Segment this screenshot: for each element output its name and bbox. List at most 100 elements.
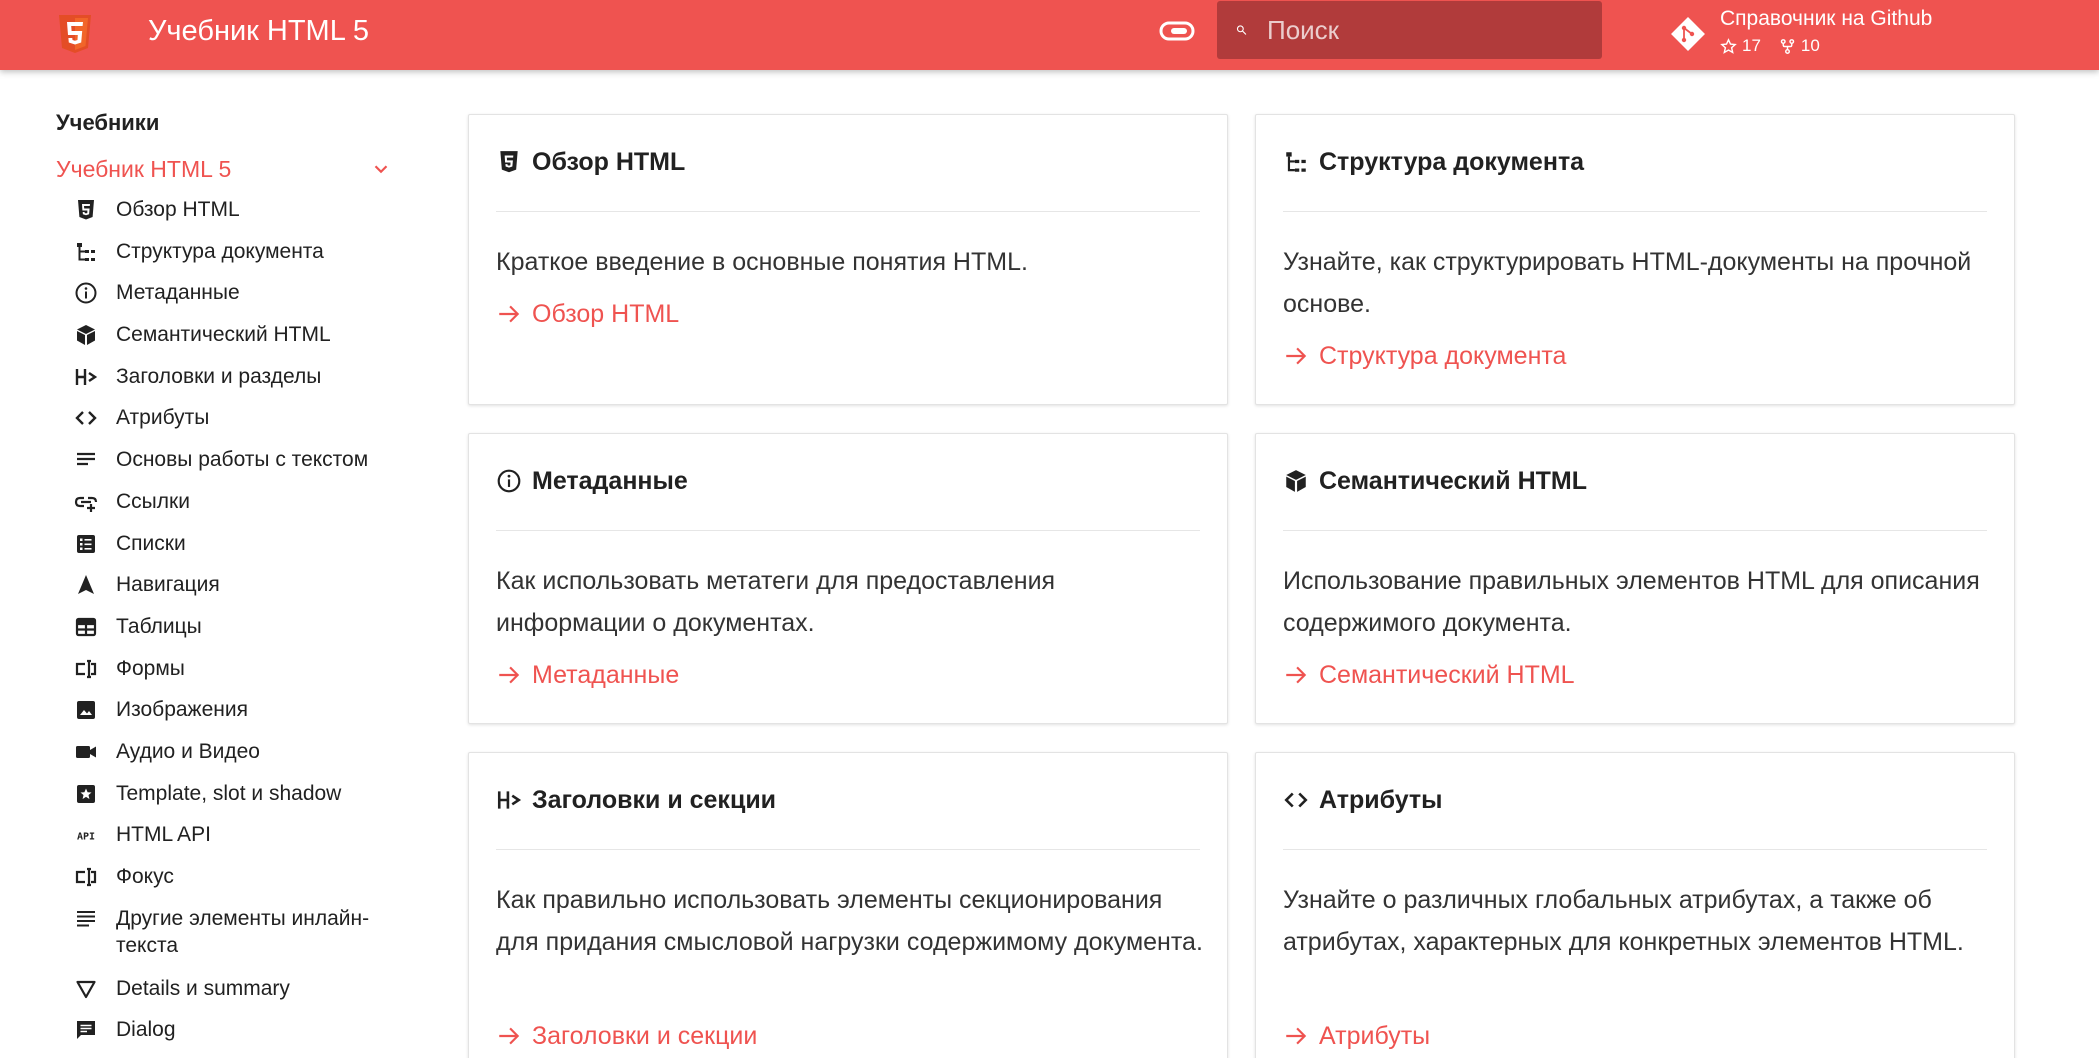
card-description: Узнайте о различных глобальных атрибутах… [1283, 886, 1964, 956]
code-icon [1284, 792, 1308, 808]
card-link-label: Обзор HTML [532, 300, 680, 328]
html5-logo-icon[interactable] [58, 14, 92, 54]
star-outline-icon [1720, 37, 1737, 54]
arrow-right-icon [1286, 1027, 1307, 1045]
code-icon [75, 411, 97, 426]
sidebar-nav-list: Обзор HTML Структура документа Метаданны… [74, 196, 404, 1058]
sidebar-item-images[interactable]: Изображения [74, 696, 404, 738]
site-title[interactable]: Учебник HTML 5 [148, 13, 369, 49]
card-link-label: Заголовки и секции [532, 1022, 758, 1050]
navigation-icon [78, 575, 94, 595]
cube-icon [77, 325, 95, 346]
github-repo-link[interactable]: Справочник на Github 17 10 [1666, 6, 2086, 56]
message-icon [77, 1021, 95, 1040]
card-description: Как использовать метатеги для предоставл… [496, 567, 1056, 637]
search-box[interactable] [1217, 1, 1602, 59]
card-divider [496, 849, 1200, 850]
image-icon [77, 701, 95, 720]
api-icon: API [77, 832, 95, 843]
card-divider [1283, 530, 1987, 531]
sidebar-item-template-slot-shadow[interactable]: Template, slot и shadow [74, 780, 404, 822]
card-divider [1283, 211, 1987, 212]
card-description: Узнайте, как структурировать HTML-докуме… [1283, 248, 1972, 318]
card-link-label: Метаданные [532, 661, 680, 689]
svg-text:API: API [77, 832, 95, 843]
sidebar-item-dialog[interactable]: Dialog [74, 1016, 404, 1058]
sidebar-item-audio-video[interactable]: Аудио и Видео [74, 738, 404, 780]
forks-count: 10 [1800, 36, 1820, 55]
search-input[interactable] [1267, 10, 1602, 50]
card-link[interactable]: Структура документа [1283, 339, 1566, 373]
card-title-text: Обзор HTML [532, 147, 686, 176]
sidebar-item-links[interactable]: Ссылки [74, 488, 404, 530]
list-icon [77, 534, 95, 553]
repo-stars: 17 [1720, 36, 1761, 56]
card-link[interactable]: Атрибуты [1283, 1019, 1430, 1053]
sidebar-item-html-api[interactable]: API HTML API [74, 821, 404, 863]
card-html-overview: Обзор HTML Краткое введение в основные п… [468, 114, 1228, 405]
sidebar-item-attributes[interactable]: Атрибуты [74, 404, 404, 446]
repo-facts: 17 10 [1720, 36, 1820, 56]
sidebar-item-label: Метаданные [116, 281, 240, 305]
sidebar-item-tables[interactable]: Таблицы [74, 613, 404, 655]
sidebar-item-label: Другие элементы инлайн-текста [116, 906, 370, 957]
sidebar-item-label: Атрибуты [116, 406, 210, 430]
sidebar-item-label: Заголовки и разделы [116, 364, 322, 388]
sidebar-item-text-basics[interactable]: Основы работы с текстом [74, 446, 404, 488]
arrow-right-icon [499, 666, 520, 684]
sidebar-item-document-structure[interactable]: Структура документа [74, 238, 404, 280]
sidebar-item-semantic-html[interactable]: Семантический HTML [74, 321, 404, 363]
sidebar-item-label: Details и summary [116, 976, 290, 1000]
sidebar-item-label: Навигация [116, 573, 220, 597]
card-title-text: Заголовки и секции [532, 785, 777, 814]
info-icon [75, 282, 97, 304]
sidebar-item-label: Основы работы с текстом [116, 448, 369, 472]
theme-toggle-icon[interactable] [1159, 19, 1195, 43]
card-link[interactable]: Заголовки и секции [496, 1019, 757, 1053]
card-description: Краткое введение в основные понятия HTML… [496, 248, 1028, 276]
link-icon [74, 496, 98, 512]
sidebar-item-html-overview[interactable]: Обзор HTML [74, 196, 404, 238]
sidebar-item-details-summary[interactable]: Details и summary [74, 975, 404, 1017]
html5-icon [500, 151, 518, 173]
card-link[interactable]: Метаданные [496, 658, 679, 692]
sidebar-item-lists[interactable]: Списки [74, 530, 404, 572]
form-icon [75, 659, 97, 678]
sidebar-section-label: Учебник HTML 5 [56, 155, 232, 182]
heading-icon [497, 791, 522, 809]
sidebar-item-label: Template, slot и shadow [116, 781, 342, 805]
card-title-text: Метаданные [532, 466, 688, 495]
sidebar-item-label: Изображения [116, 698, 248, 722]
card-title: Метаданные [496, 464, 688, 498]
card-link[interactable]: Семантический HTML [1283, 658, 1575, 692]
sidebar: Учебники Учебник HTML 5 Обзор HTML Струк… [0, 70, 420, 1058]
card-link[interactable]: Обзор HTML [496, 297, 679, 331]
sidebar-item-label: Фокус [116, 865, 174, 888]
sidebar-heading: Учебники [56, 110, 160, 135]
sidebar-item-focus[interactable]: Фокус [74, 863, 404, 905]
video-icon [76, 745, 96, 758]
sidebar-item-label: Ссылки [116, 489, 190, 513]
file-tree-icon [1286, 152, 1306, 172]
card-link-label: Семантический HTML [1319, 661, 1575, 689]
sidebar-item-inline-text[interactable]: Другие элементы инлайн-текста [74, 905, 404, 975]
sidebar-item-forms[interactable]: Формы [74, 655, 404, 697]
table-icon [75, 617, 97, 636]
text-align-icon [77, 910, 95, 927]
sidebar-item-headings[interactable]: Заголовки и разделы [74, 363, 404, 405]
card-title-text: Семантический HTML [1319, 466, 1588, 495]
arrow-right-icon [1286, 347, 1307, 365]
sidebar-item-metadata[interactable]: Метаданные [74, 279, 404, 321]
card-title: Атрибуты [1283, 783, 1443, 817]
arrow-right-icon [499, 305, 520, 323]
sidebar-item-navigation[interactable]: Навигация [74, 571, 404, 613]
card-description: Использование правильных элементов HTML … [1283, 567, 1980, 637]
card-divider [496, 211, 1200, 212]
sidebar-item-label: Аудио и Видео [116, 739, 260, 763]
card-attributes: Атрибуты Узнайте о различных глобальных … [1255, 752, 2015, 1058]
cube-icon [1286, 470, 1306, 492]
fork-icon [1780, 38, 1795, 54]
card-title: Семантический HTML [1283, 464, 1587, 498]
sidebar-section-html5[interactable]: Учебник HTML 5 [56, 154, 396, 184]
card-link-label: Атрибуты [1319, 1022, 1431, 1050]
